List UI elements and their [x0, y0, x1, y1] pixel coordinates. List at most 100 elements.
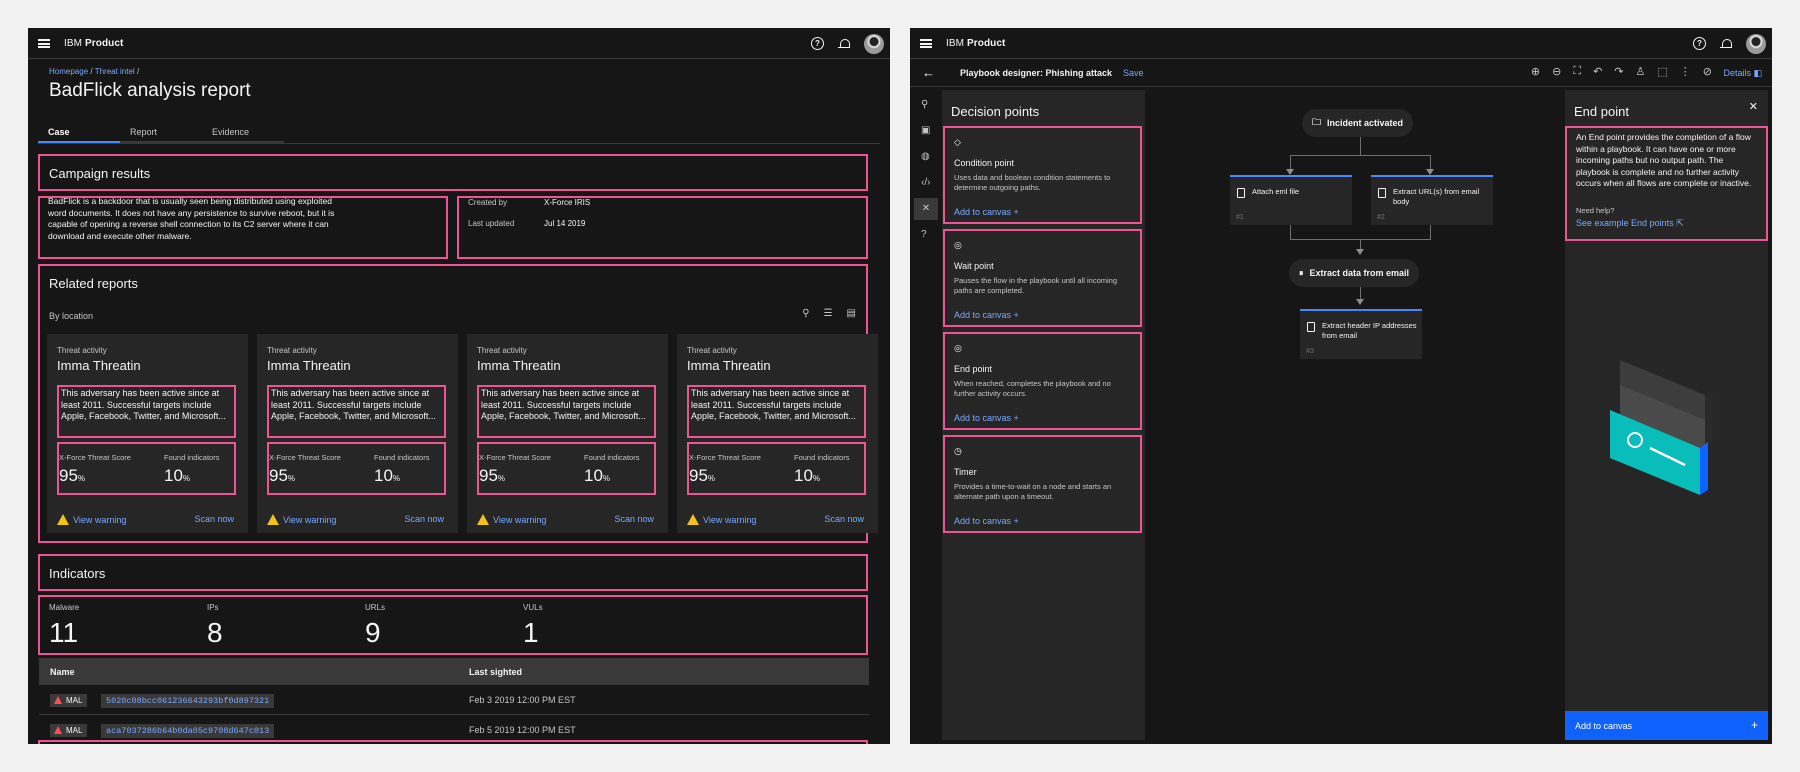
product-brand[interactable]: IBM Product: [64, 38, 123, 49]
details-description: An End point provides the completion of …: [1576, 132, 1752, 188]
folder-icon: 🗀: [1312, 117, 1322, 127]
example-link[interactable]: See example End points ⇱: [1576, 218, 1684, 229]
report-card[interactable]: Threat activity Imma Threatin This adver…: [467, 334, 668, 533]
filter-by-location[interactable]: By location: [49, 311, 93, 321]
breadcrumb-homepage[interactable]: Homepage: [49, 67, 88, 76]
save-button[interactable]: Save: [1123, 68, 1144, 78]
view-warning-link[interactable]: View warning: [687, 514, 756, 525]
avatar[interactable]: [1746, 33, 1766, 54]
found-indicators-label: Found indicators: [374, 453, 430, 462]
search-icon[interactable]: ⚲: [802, 308, 809, 319]
threat-score-value: 95%: [689, 466, 716, 485]
column-last-sighted[interactable]: Last sighted: [469, 667, 522, 677]
connector: [1360, 137, 1361, 155]
scan-now-button[interactable]: Scan now: [194, 514, 234, 524]
zoom-in-icon[interactable]: ⊕: [1531, 65, 1540, 78]
disable-icon[interactable]: ⊘: [1703, 65, 1712, 78]
card-description: This adversary has been active since at …: [267, 385, 446, 438]
tab-evidence[interactable]: Evidence: [202, 122, 284, 143]
add-to-canvas-link[interactable]: Add to canvas +: [954, 207, 1019, 217]
globe-icon[interactable]: ◍: [921, 151, 930, 162]
timer-icon: ◷: [954, 446, 962, 456]
help-icon[interactable]: ?: [811, 37, 824, 50]
decision-points-panel: Decision points ◇ Condition point Uses d…: [942, 90, 1145, 740]
connector: [1360, 287, 1361, 299]
decision-card-end[interactable]: ◎ End point When reached, completes the …: [943, 332, 1142, 430]
last-sighted-value: Feb 3 2019 12:00 PM EST: [469, 695, 576, 705]
start-node[interactable]: 🗀 Incident activated: [1302, 109, 1414, 137]
card-description: This adversary has been active since at …: [687, 385, 866, 438]
menu-icon[interactable]: [38, 38, 50, 48]
view-warning-link[interactable]: View warning: [57, 514, 126, 525]
decision-card-timer[interactable]: ◷ Timer Provides a time-to-wait on a nod…: [943, 435, 1142, 533]
report-card[interactable]: Threat activity Imma Threatin This adver…: [257, 334, 458, 533]
scan-now-button[interactable]: Scan now: [614, 514, 654, 524]
scan-now-button[interactable]: Scan now: [824, 514, 864, 524]
related-reports-title: Related reports: [49, 276, 138, 291]
menu-icon[interactable]: [920, 38, 932, 48]
view-warning-link[interactable]: View warning: [267, 514, 336, 525]
designer-title: Playbook designer: Phishing attack: [960, 68, 1113, 78]
flow-canvas[interactable]: 🗀 Incident activated Attach eml file #1 E…: [1145, 87, 1565, 744]
select-area-icon[interactable]: ⬚: [1657, 65, 1667, 78]
details-toggle[interactable]: Details ◧: [1723, 68, 1762, 79]
list-view-icon[interactable]: ☰: [824, 308, 833, 319]
decision-card-condition[interactable]: ◇ Condition point Uses data and boolean …: [943, 126, 1142, 224]
help-icon[interactable]: ?: [921, 229, 927, 240]
product-brand[interactable]: IBM Product: [946, 38, 1005, 49]
clipboard-icon: [1307, 322, 1315, 332]
decision-name: Condition point: [954, 158, 1015, 168]
warning-icon: [687, 514, 699, 525]
top-bar: IBM Product ?: [28, 28, 890, 59]
view-warning-link[interactable]: View warning: [477, 514, 546, 525]
decision-icon[interactable]: ✕: [914, 198, 938, 220]
close-icon[interactable]: ✕: [1749, 100, 1758, 113]
report-card[interactable]: Threat activity Imma Threatin This adver…: [677, 334, 878, 533]
task-node[interactable]: Attach eml file #1: [1230, 175, 1352, 225]
user-icon[interactable]: ♙: [1636, 65, 1646, 78]
table-row[interactable]: MAL 5020c08bcc061236643293bf0d897321 Feb…: [39, 686, 869, 715]
scan-now-button[interactable]: Scan now: [404, 514, 444, 524]
grid-view-icon[interactable]: ▤: [847, 308, 856, 319]
add-to-canvas-link[interactable]: Add to canvas +: [954, 310, 1019, 320]
add-to-canvas-button[interactable]: Add to canvas +: [1565, 711, 1768, 740]
vuls-label: VULs: [523, 603, 543, 612]
redo-icon[interactable]: ↷: [1614, 65, 1623, 78]
left-rail: ⚲ ▣ ◍ ‹/› ✕ ?: [910, 87, 942, 744]
notification-icon[interactable]: [1720, 38, 1732, 50]
indicators-header: Indicators: [38, 554, 868, 591]
arrow-head: [1356, 249, 1364, 255]
add-to-canvas-link[interactable]: Add to canvas +: [954, 413, 1019, 423]
card-metrics: X-Force Threat Score 95% Found indicator…: [57, 442, 236, 495]
card-title: Imma Threatin: [267, 358, 351, 373]
breadcrumb-threat-intel[interactable]: Threat intel: [95, 67, 135, 76]
tab-case[interactable]: Case: [38, 122, 120, 143]
details-title: End point: [1574, 104, 1629, 119]
clipboard-icon[interactable]: ▣: [921, 125, 930, 136]
add-to-canvas-link[interactable]: Add to canvas +: [954, 516, 1019, 526]
zoom-out-icon[interactable]: ⊖: [1552, 65, 1561, 78]
back-arrow-icon[interactable]: ←: [922, 65, 935, 80]
overflow-menu-icon[interactable]: ⋮: [1680, 65, 1691, 78]
code-icon[interactable]: ‹/›: [921, 177, 930, 188]
notification-icon[interactable]: [838, 38, 850, 50]
help-icon[interactable]: ?: [1693, 37, 1706, 50]
column-name[interactable]: Name: [50, 667, 75, 677]
search-icon[interactable]: ⚲: [921, 99, 928, 110]
campaign-title: Campaign results: [49, 166, 151, 181]
found-indicators-label: Found indicators: [584, 453, 640, 462]
merge-node[interactable]: ⏸ Extract data from email: [1289, 259, 1420, 287]
need-help-label: Need help?: [1576, 206, 1615, 215]
report-card[interactable]: Threat activity Imma Threatin This adver…: [47, 334, 248, 533]
malware-tag: MAL: [50, 694, 88, 707]
avatar[interactable]: [864, 33, 884, 54]
fit-to-screen-icon[interactable]: ⛶: [1573, 65, 1581, 78]
tab-report[interactable]: Report: [120, 122, 202, 143]
decision-card-wait[interactable]: ◎ Wait point Pauses the flow in the play…: [943, 229, 1142, 327]
undo-icon[interactable]: ↶: [1593, 65, 1602, 78]
connector: [1360, 239, 1361, 249]
hash-value[interactable]: aca7037286b64b0da05c9708d647c013: [101, 724, 275, 738]
task-node[interactable]: Extract header IP addresses from email #…: [1300, 309, 1422, 359]
task-node[interactable]: Extract URL(s) from email body #2: [1371, 175, 1493, 225]
hash-value[interactable]: 5020c08bcc061236643293bf0d897321: [101, 694, 275, 708]
